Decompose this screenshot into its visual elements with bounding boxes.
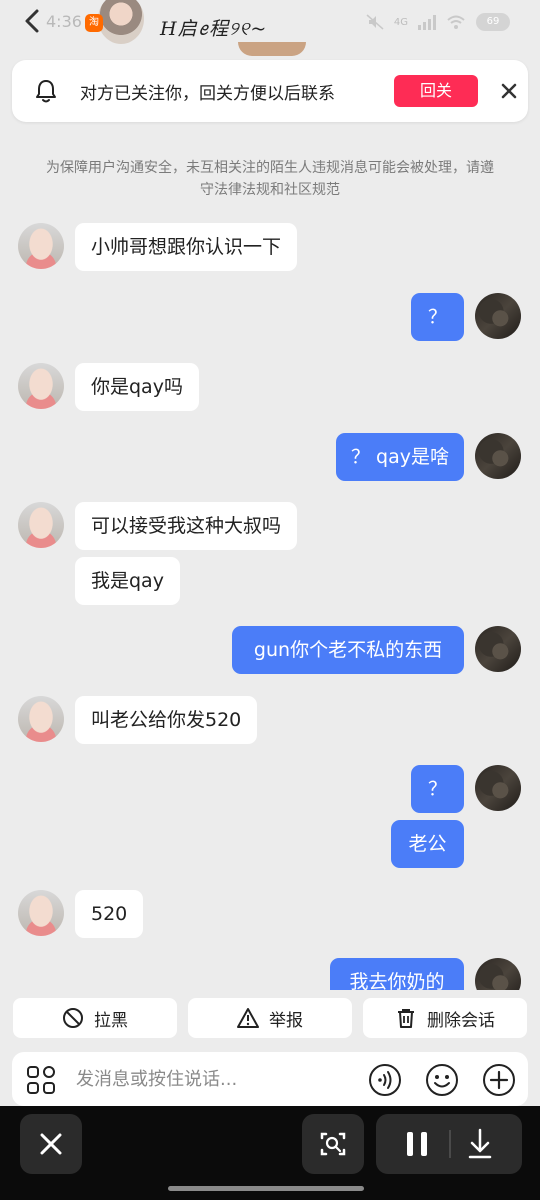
message-bubble[interactable]: 老公 — [391, 820, 464, 868]
recorder-close-button[interactable] — [20, 1114, 82, 1174]
voice-icon[interactable] — [368, 1063, 402, 1097]
scan-icon — [320, 1132, 346, 1156]
message-bubble[interactable]: 小帅哥想跟你认识一下 — [75, 223, 298, 271]
profile-banner-edge — [238, 42, 306, 56]
battery-icon: 69 — [476, 13, 510, 31]
message-input[interactable] — [76, 1065, 296, 1093]
my-avatar[interactable] — [475, 765, 521, 811]
home-indicator[interactable] — [168, 1186, 364, 1191]
message-bubble[interactable]: 叫老公给你发520 — [75, 696, 258, 744]
signal-icon — [418, 14, 436, 30]
message-bubble[interactable]: 520 — [75, 890, 144, 938]
sender-avatar[interactable] — [18, 696, 64, 742]
message-bubble[interactable]: 你是qay吗 — [75, 363, 199, 411]
report-label: 举报 — [269, 1010, 303, 1031]
status-icons: 4G 69 — [366, 10, 510, 34]
follow-back-button[interactable]: 回关 — [394, 75, 478, 107]
trash-icon — [398, 1009, 414, 1028]
follow-back-banner: 对方已关注你，回关方便以后联系 回关 — [12, 60, 528, 122]
pause-download-icons[interactable] — [376, 1114, 522, 1174]
block-button[interactable]: 拉黑 — [13, 998, 177, 1038]
message-bubble[interactable]: ？ qay是啥 — [336, 433, 464, 481]
message-bubble[interactable]: 我是qay — [75, 557, 180, 605]
sender-avatar[interactable] — [18, 363, 64, 409]
contact-avatar[interactable] — [98, 0, 144, 44]
close-icon[interactable] — [498, 80, 520, 102]
status-time: 4:36 — [46, 12, 82, 31]
apps-grid-icon[interactable] — [24, 1063, 58, 1097]
message-bubble[interactable]: ？ — [411, 765, 464, 813]
follow-banner-text: 对方已关注你，回关方便以后联系 — [80, 84, 335, 104]
back-arrow-icon[interactable] — [22, 6, 42, 36]
sender-avatar[interactable] — [18, 223, 64, 269]
block-label: 拉黑 — [94, 1010, 128, 1031]
my-avatar[interactable] — [475, 626, 521, 672]
sender-avatar[interactable] — [18, 502, 64, 548]
report-button[interactable]: 举报 — [188, 998, 352, 1038]
my-avatar[interactable] — [475, 293, 521, 339]
sender-avatar[interactable] — [18, 890, 64, 936]
warning-icon — [237, 1008, 259, 1028]
taobao-badge-icon: 淘 — [85, 14, 103, 32]
my-avatar[interactable] — [475, 433, 521, 479]
safety-notice: 为保障用户沟通安全，未互相关注的陌生人违规消息可能会被处理，请遵守法律法规和社区… — [46, 160, 494, 198]
message-bubble[interactable]: gun你个老不私的东西 — [232, 626, 464, 674]
message-bubble[interactable]: ？ — [411, 293, 464, 341]
wifi-icon — [447, 15, 465, 29]
network-label: 4G — [393, 16, 408, 28]
bell-icon — [36, 80, 56, 103]
recorder-controls — [376, 1114, 522, 1174]
block-icon — [63, 1008, 83, 1028]
message-input-bar — [12, 1052, 528, 1106]
close-icon — [40, 1133, 62, 1155]
emoji-icon[interactable] — [425, 1063, 459, 1097]
message-bubble[interactable]: 可以接受我这种大叔吗 — [75, 502, 298, 550]
plus-icon[interactable] — [482, 1063, 516, 1097]
top-bar: 4:36 淘 H启ꫀ程୨୧~ 4G 69 — [0, 0, 540, 58]
quick-actions: 拉黑 举报 删除会话 — [0, 990, 540, 1046]
delete-chat-label: 删除会话 — [427, 1010, 495, 1031]
recorder-scan-button[interactable] — [302, 1114, 364, 1174]
delete-chat-button[interactable]: 删除会话 — [363, 998, 527, 1038]
mute-icon — [366, 14, 384, 30]
